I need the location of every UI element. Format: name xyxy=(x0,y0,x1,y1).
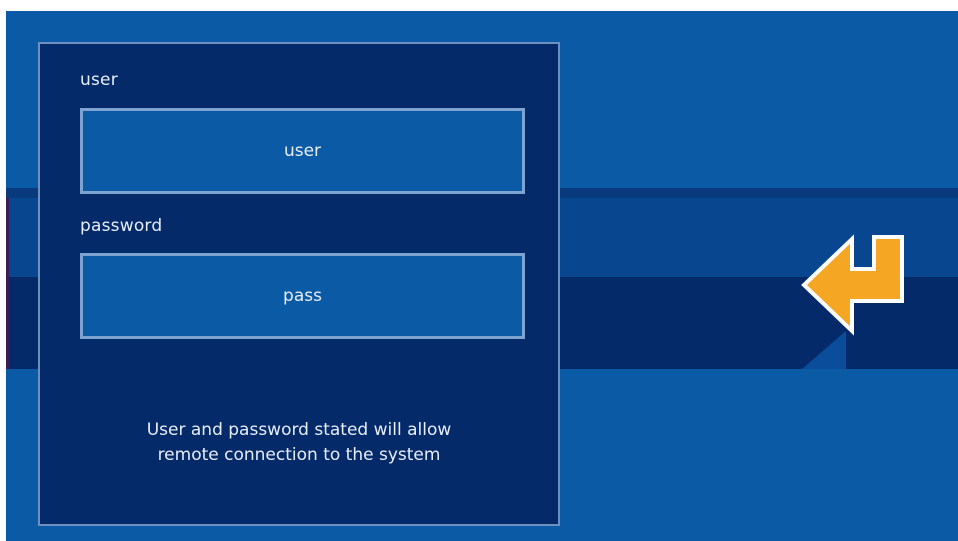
user-field-value: user xyxy=(283,141,322,161)
enter-arrow-icon[interactable] xyxy=(794,229,906,341)
password-label: password xyxy=(80,216,163,236)
screen: user user password pass User and passwor… xyxy=(0,0,958,541)
login-panel: user user password pass User and passwor… xyxy=(38,42,560,526)
enter-arrow-shape xyxy=(801,234,904,336)
login-screen: user user password pass User and passwor… xyxy=(6,11,958,541)
user-label: user xyxy=(80,70,118,90)
notice-line-1: User and password stated will allow xyxy=(146,420,452,440)
remote-connection-notice: User and password stated will allow remo… xyxy=(40,418,558,468)
password-field[interactable]: pass xyxy=(80,253,525,339)
notice-line-2: remote connection to the system xyxy=(157,445,441,465)
user-field[interactable]: user xyxy=(80,108,525,194)
background-edge xyxy=(6,198,9,369)
password-field-value: pass xyxy=(283,286,322,306)
